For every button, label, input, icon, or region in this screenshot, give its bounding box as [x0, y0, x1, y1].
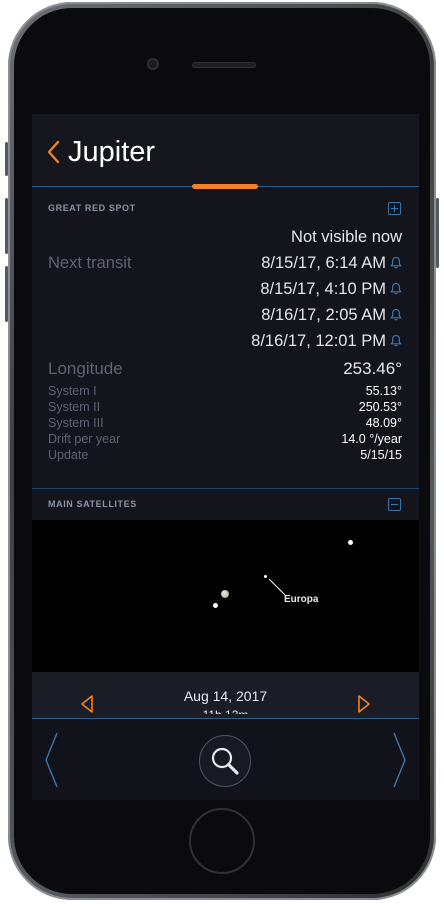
plus-square-icon[interactable] — [388, 202, 401, 215]
section-label-great-red-spot: GREAT RED SPOT — [48, 203, 136, 213]
satellite-dot[interactable] — [213, 603, 218, 608]
drift-value: 14.0 °/year — [341, 432, 402, 446]
longitude-value: 253.46° — [343, 359, 402, 378]
update-label: Update — [48, 448, 89, 462]
front-camera — [147, 58, 159, 70]
transit-row-2[interactable]: 8/15/17, 4:10 PM — [260, 280, 402, 299]
bell-icon[interactable] — [390, 334, 402, 347]
power-button — [436, 198, 439, 268]
transit-row-4[interactable]: 8/16/17, 12:01 PM — [251, 332, 402, 351]
drift-label: Drift per year — [48, 432, 121, 446]
chevron-left-icon[interactable] — [42, 731, 60, 789]
bell-icon[interactable] — [390, 308, 402, 321]
europa-dot[interactable] — [264, 575, 267, 578]
navigation-header: Jupiter — [32, 114, 419, 186]
earpiece-speaker — [192, 62, 256, 68]
chevron-left-icon[interactable] — [46, 140, 60, 164]
europa-label: Europa — [284, 594, 319, 605]
system-2-value: 250.53° — [358, 400, 402, 414]
jupiter-disc[interactable] — [221, 590, 229, 598]
search-button[interactable] — [199, 735, 251, 787]
system-2-label: System II — [48, 400, 101, 414]
volume-up-button — [5, 198, 8, 254]
search-icon — [211, 747, 239, 775]
system-1-value: 55.13° — [365, 384, 402, 398]
visibility-status: Not visible now — [291, 228, 402, 246]
transit-row-1[interactable]: 8/15/17, 6:14 AM — [261, 254, 402, 273]
satellite-dot[interactable] — [348, 540, 353, 545]
bell-icon[interactable] — [390, 256, 402, 269]
mute-switch — [5, 142, 8, 176]
page-indicator[interactable] — [192, 184, 258, 189]
next-transit-label: Next transit — [48, 254, 132, 272]
main-satellites-header[interactable]: MAIN SATELLITES — [32, 492, 419, 518]
transit-row-3[interactable]: 8/16/17, 2:05 AM — [261, 306, 402, 325]
bottom-toolbar — [32, 718, 419, 800]
transit-time: 8/15/17, 6:14 AM — [261, 254, 386, 272]
date-bar: Aug 14, 2017 11h 12m — [32, 672, 419, 718]
bell-icon[interactable] — [390, 282, 402, 295]
satellite-view[interactable]: Europa — [32, 520, 419, 672]
great-red-spot-header[interactable]: GREAT RED SPOT — [32, 196, 419, 222]
chevron-right-icon[interactable] — [391, 731, 409, 789]
transit-time: 8/16/17, 2:05 AM — [261, 306, 386, 324]
volume-down-button — [5, 266, 8, 322]
triangle-right-icon[interactable] — [357, 694, 371, 714]
longitude-label: Longitude — [48, 359, 123, 378]
system-3-value: 48.09° — [365, 416, 402, 430]
update-value: 5/15/15 — [360, 448, 402, 462]
system-3-label: System III — [48, 416, 104, 430]
minus-square-icon[interactable] — [388, 498, 401, 511]
page-title: Jupiter — [68, 136, 156, 168]
section-divider — [32, 488, 419, 489]
app-screen: Jupiter GREAT RED SPOT Not visible now N… — [32, 114, 419, 800]
system-1-label: System I — [48, 384, 97, 398]
home-button[interactable] — [189, 808, 255, 874]
section-label-main-satellites: MAIN SATELLITES — [48, 499, 137, 509]
transit-time: 8/15/17, 4:10 PM — [260, 280, 386, 298]
transit-time: 8/16/17, 12:01 PM — [251, 332, 386, 350]
